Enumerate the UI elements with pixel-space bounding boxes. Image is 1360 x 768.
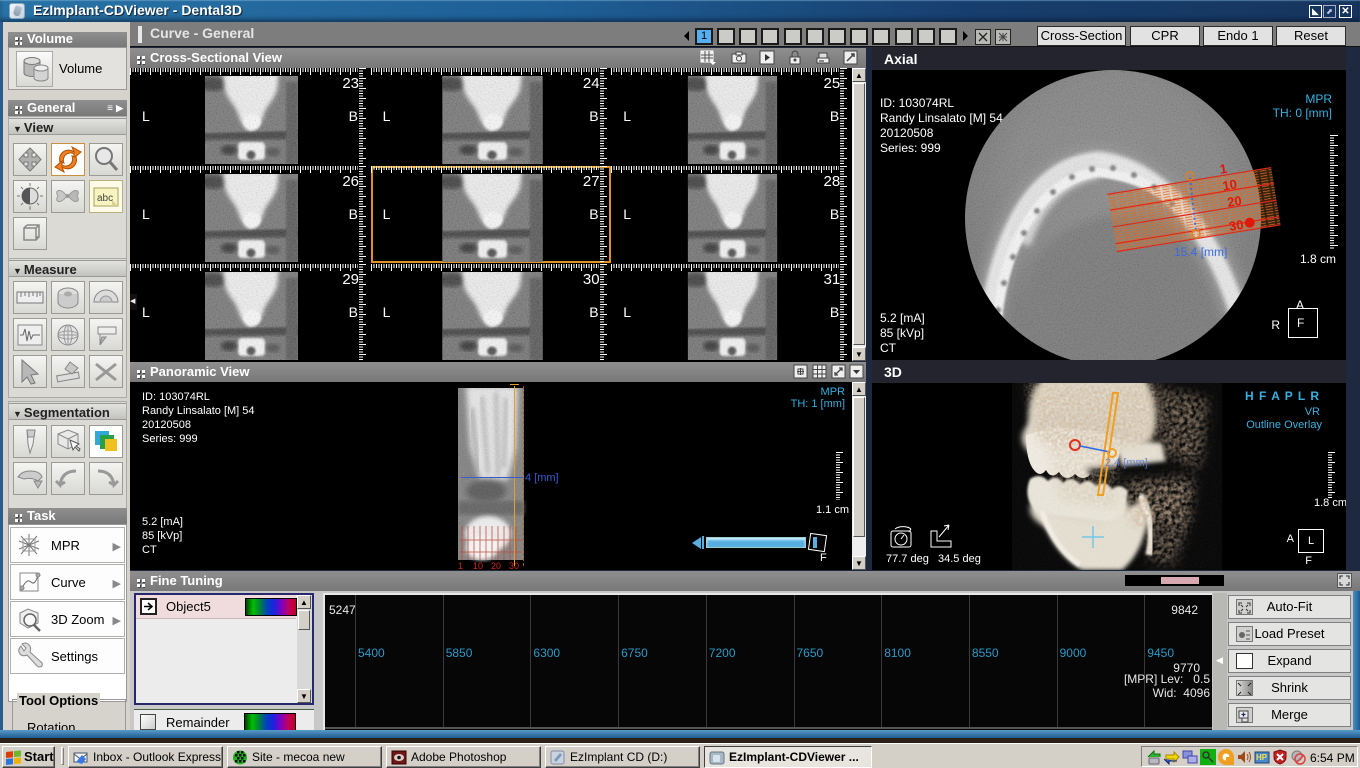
svg-text:15.4 [mm]: 15.4 [mm] — [1174, 245, 1227, 259]
svg-text:20: 20 — [1226, 193, 1243, 210]
svg-text:2.4 [mm]: 2.4 [mm] — [1105, 457, 1148, 469]
svg-text:HP: HP — [1256, 753, 1268, 762]
svg-text:abc: abc — [97, 193, 113, 204]
svg-text:1: 1 — [1219, 161, 1229, 177]
svg-text:10: 10 — [1221, 176, 1238, 193]
svg-text:30: 30 — [1228, 217, 1245, 234]
